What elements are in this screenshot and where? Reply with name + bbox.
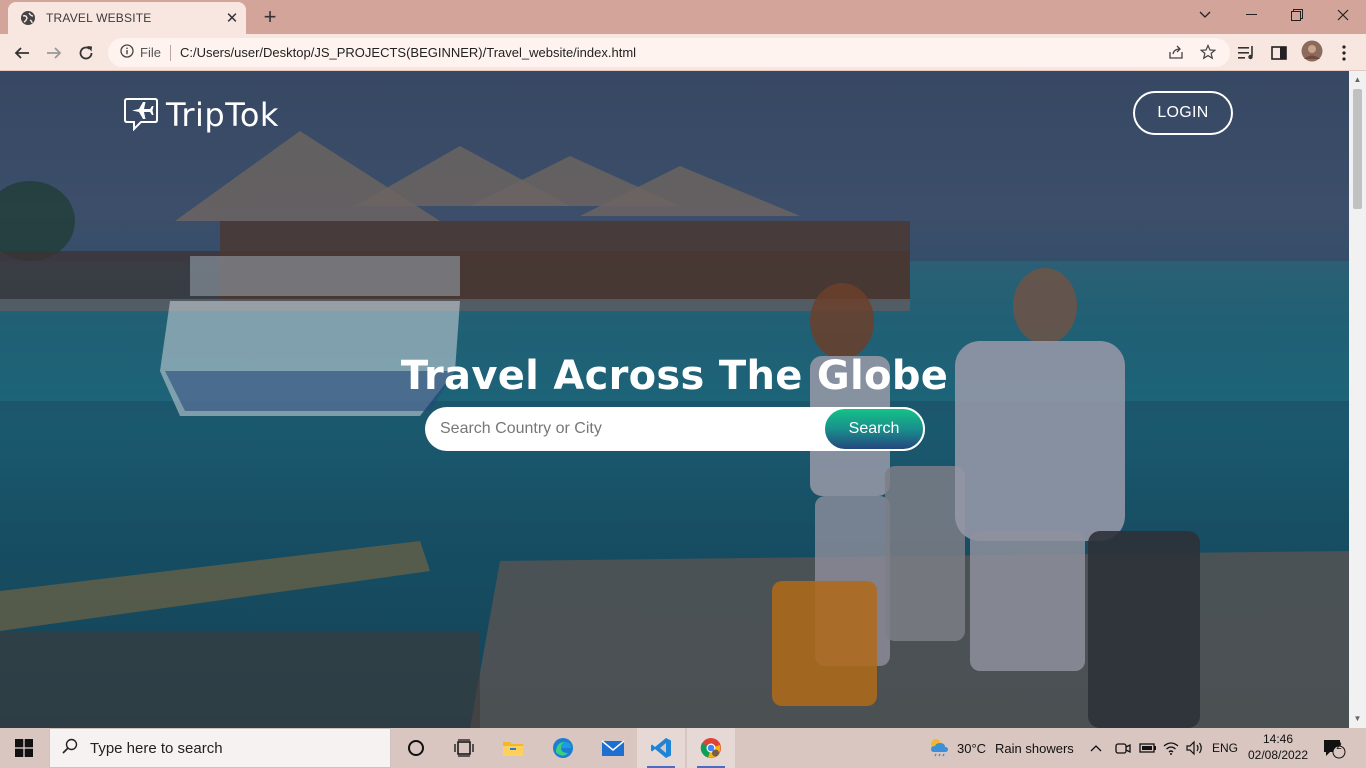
search-bar: Search [425, 407, 925, 451]
back-arrow-icon[interactable] [8, 39, 36, 67]
scroll-down-icon[interactable]: ▼ [1353, 714, 1362, 723]
more-menu-icon[interactable] [1334, 43, 1354, 63]
windows-taskbar: Type here to search 30°C Rain showers EN… [0, 728, 1366, 768]
edge-browser-icon[interactable] [539, 728, 587, 768]
search-icon [62, 738, 78, 758]
browser-toolbar: File C:/Users/user/Desktop/JS_PROJECTS(B… [0, 34, 1366, 71]
notifications-icon[interactable]: 2 [1322, 728, 1346, 768]
scrollbar-thumb[interactable] [1353, 89, 1362, 209]
windows-start-icon[interactable] [0, 728, 48, 768]
taskbar-search-placeholder: Type here to search [90, 739, 223, 757]
language-indicator[interactable]: ENG [1212, 728, 1238, 768]
hero-section: TripTok LOGIN Travel Across The Globe Se… [0, 71, 1349, 728]
scroll-up-icon[interactable]: ▲ [1353, 75, 1362, 84]
restore-icon[interactable] [1274, 0, 1320, 30]
globe-icon [20, 10, 36, 26]
hero-title: Travel Across The Globe [400, 353, 949, 399]
triptok-logo[interactable]: TripTok [122, 93, 279, 136]
reload-icon[interactable] [72, 39, 100, 67]
new-tab-button[interactable]: + [258, 5, 282, 29]
close-window-icon[interactable] [1320, 0, 1366, 30]
tab-title: TRAVEL WEBSITE [46, 11, 152, 25]
weather-temperature: 30°C [957, 740, 987, 756]
browser-tab[interactable]: TRAVEL WEBSITE ✕ [8, 2, 246, 34]
page-scrollbar[interactable]: ▲ ▼ [1349, 71, 1366, 728]
show-hidden-icons-chevron-icon[interactable] [1090, 728, 1102, 768]
profile-avatar[interactable] [1300, 39, 1324, 63]
weather-widget[interactable]: 30°C Rain showers [928, 728, 1074, 768]
chrome-icon[interactable] [687, 728, 735, 768]
clock-date: 02/08/2022 [1247, 748, 1309, 762]
taskbar-clock[interactable]: 14:46 02/08/2022 [1244, 731, 1312, 763]
weather-condition: Rain showers [995, 740, 1074, 756]
task-view-icon[interactable] [440, 728, 488, 768]
bookmark-star-icon[interactable] [1197, 41, 1219, 63]
url-text: C:/Users/user/Desktop/JS_PROJECTS(BEGINN… [179, 45, 637, 60]
address-divider [169, 44, 171, 61]
file-explorer-icon[interactable] [489, 728, 537, 768]
meet-now-icon[interactable] [1115, 728, 1131, 768]
battery-icon[interactable] [1139, 728, 1157, 768]
share-icon[interactable] [1165, 41, 1187, 63]
minimize-icon[interactable] [1228, 0, 1274, 30]
search-input[interactable] [425, 407, 823, 451]
search-button[interactable]: Search [823, 407, 925, 451]
side-panel-icon[interactable] [1269, 43, 1289, 63]
hero-background-image [0, 71, 1349, 728]
clock-time: 14:46 [1262, 732, 1294, 746]
mail-icon[interactable] [589, 728, 637, 768]
rain-cloud-icon [928, 737, 950, 760]
volume-icon[interactable] [1186, 728, 1204, 768]
login-button[interactable]: LOGIN [1133, 91, 1233, 135]
scheme-label: File [140, 45, 161, 60]
vscode-icon[interactable] [637, 728, 685, 768]
close-tab-icon[interactable]: ✕ [222, 8, 242, 28]
wifi-icon[interactable] [1163, 728, 1179, 768]
taskbar-search-box[interactable]: Type here to search [49, 728, 391, 768]
logo-text: TripTok [166, 95, 279, 134]
address-bar[interactable]: File C:/Users/user/Desktop/JS_PROJECTS(B… [108, 38, 1230, 67]
cortana-icon[interactable] [392, 728, 440, 768]
forward-arrow-icon[interactable] [40, 39, 68, 67]
tab-search-chevron-icon[interactable] [1182, 0, 1228, 30]
info-icon[interactable] [120, 44, 134, 61]
notification-count: 2 [1336, 741, 1342, 752]
media-queue-icon[interactable] [1237, 43, 1257, 63]
browser-tab-strip: TRAVEL WEBSITE ✕ + [0, 0, 1366, 34]
plane-chat-icon [122, 93, 160, 136]
